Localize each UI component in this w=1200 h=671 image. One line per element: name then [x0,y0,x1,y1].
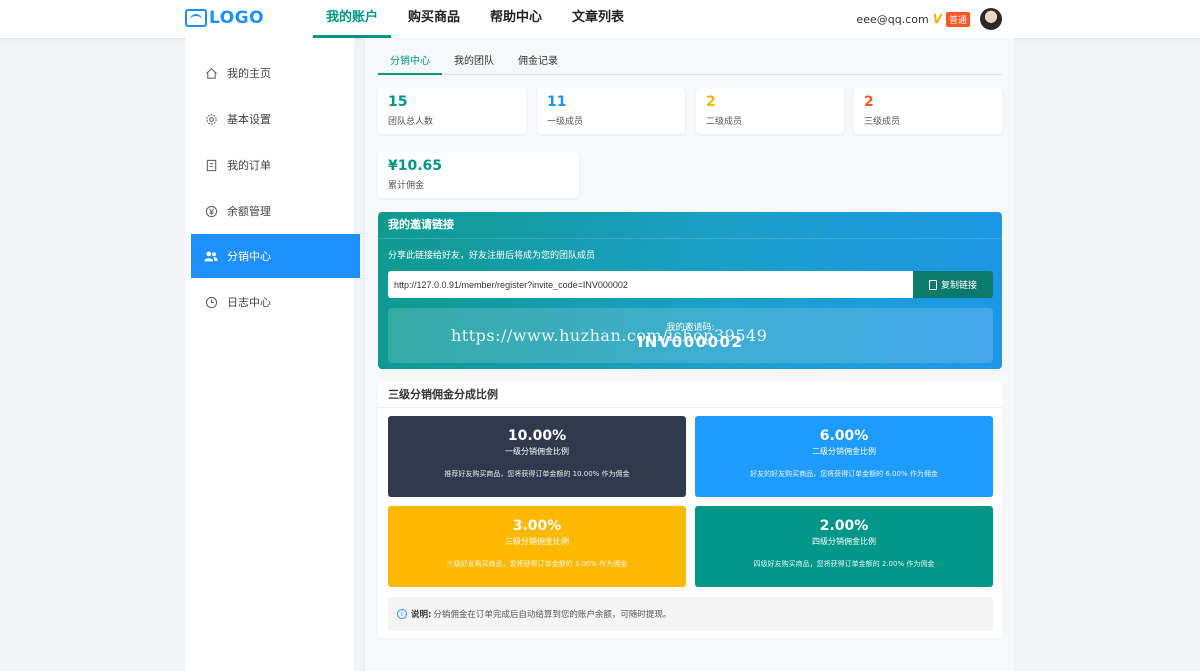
main-content: 分销中心 我的团队 佣金记录 15 团队总人数 11 一级成员 2 二级成员 2… [364,38,1015,671]
document-icon [928,279,937,290]
commission-ratio-card: 三级分销佣金分成比例 10.00% 一级分销佣金比例 推荐好友购买商品，您将获得… [378,382,1002,638]
gear-icon [204,112,218,126]
stat-label: 团队总人数 [388,117,434,127]
main-nav: 我的账户 购买商品 帮助中心 文章列表 [313,0,637,38]
stat-label: 一级成员 [547,117,584,127]
ratio-percent: 2.00% [819,518,869,534]
invite-link-panel: 我的邀请链接 分享此链接给好友，好友注册后将成为您的团队成员 复制链接 我的邀请… [378,212,1002,369]
invite-title: 我的邀请链接 [378,212,1002,239]
order-icon [204,158,218,172]
copy-link-button[interactable]: 复制链接 [913,271,993,298]
vip-icon: V [932,12,942,26]
ratio-title: 三级分销佣金分成比例 [378,382,1002,408]
logo-text: LOGO [209,8,265,28]
sidebar-item-settings[interactable]: 基本设置 [191,97,360,141]
stat-team-total: 15 团队总人数 [378,88,526,134]
sidebar-item-orders[interactable]: 我的订单 [191,143,360,187]
stat-label: 累计佣金 [388,181,425,191]
stat-label: 三级成员 [864,117,901,127]
sidebar: 我的主页 基本设置 我的订单 余额管理 分销中心 日志中心 [185,38,360,671]
sidebar-item-label: 我的主页 [227,67,271,80]
sidebar-item-logs[interactable]: 日志中心 [191,280,360,324]
ratio-description: 四级好友购买商品，您将获得订单金额的 2.00% 作为佣金 [753,560,935,568]
ratio-percent: 3.00% [512,518,562,534]
stat-value: ¥10.65 [388,158,443,174]
ratio-box-level1: 10.00% 一级分销佣金比例 推荐好友购买商品，您将获得订单金额的 10.00… [388,416,686,497]
home-icon [204,66,218,80]
user-menu[interactable]: eee@qq.com V 普通 [856,8,1002,30]
sidebar-item-label: 分销中心 [227,250,271,263]
note-text: 分销佣金在订单完成后自动结算到您的账户余额，可随时提现。 [433,610,672,620]
stat-level1-members: 11 一级成员 [537,88,685,134]
info-icon: i [397,609,407,619]
ratio-box-level3: 3.00% 三级分销佣金比例 三级好友购买商品，您将获得订单金额的 3.00% … [388,506,686,587]
logo[interactable]: LOGO [185,8,264,28]
sidebar-item-label: 基本设置 [227,113,271,126]
ratio-name: 三级分销佣金比例 [505,537,569,546]
invite-code-label: 我的邀请码: [666,323,715,333]
nav-articles[interactable]: 文章列表 [559,0,637,38]
ratio-box-level2: 6.00% 二级分销佣金比例 好友的好友购买商品，您将获得订单金额的 6.00%… [695,416,993,497]
stat-value: 15 [388,94,408,110]
stat-value: 11 [547,94,567,110]
invite-code[interactable]: INV000002 [388,333,993,351]
yen-icon [204,204,218,218]
users-icon [204,249,218,263]
invite-description: 分享此链接给好友，好友注册后将成为您的团队成员 [388,251,596,261]
note-label: 说明: [411,610,432,620]
ratio-name: 一级分销佣金比例 [505,447,569,456]
ratio-description: 推荐好友购买商品，您将获得订单金额的 10.00% 作为佣金 [444,470,630,478]
tab-bar: 分销中心 我的团队 佣金记录 [378,52,1002,75]
ratio-name: 四级分销佣金比例 [812,537,876,546]
ratio-percent: 10.00% [507,428,567,444]
clock-icon [204,295,218,309]
invite-link-row: 复制链接 [388,271,993,298]
stat-label: 二级成员 [706,117,743,127]
ratio-description: 好友的好友购买商品，您将获得订单金额的 6.00% 作为佣金 [750,470,938,478]
sidebar-item-balance[interactable]: 余额管理 [191,189,360,233]
nav-help-center[interactable]: 帮助中心 [477,0,555,38]
ratio-name: 二级分销佣金比例 [812,447,876,456]
ratio-description: 三级好友购买商品，您将获得订单金额的 3.00% 作为佣金 [446,560,628,568]
copy-link-label: 复制链接 [940,281,977,291]
stat-value: 2 [706,94,716,110]
user-email[interactable]: eee@qq.com [856,13,928,26]
invite-link-input[interactable] [388,271,913,298]
ratio-percent: 6.00% [819,428,869,444]
stat-total-commission: ¥10.65 累计佣金 [378,152,579,198]
sidebar-item-label: 我的订单 [227,159,271,172]
top-navbar: LOGO 我的账户 购买商品 帮助中心 文章列表 eee@qq.com V 普通 [0,0,1200,38]
sidebar-item-label: 日志中心 [227,296,271,309]
tab-my-team[interactable]: 我的团队 [442,52,506,75]
stat-level3-members: 2 三级成员 [854,88,1002,134]
invite-code-box: 我的邀请码: INV000002 [388,308,993,363]
ratio-box-level4: 2.00% 四级分销佣金比例 四级好友购买商品，您将获得订单金额的 2.00% … [695,506,993,587]
stat-value: 2 [864,94,874,110]
sidebar-item-home[interactable]: 我的主页 [191,51,360,95]
sidebar-item-label: 余额管理 [227,205,271,218]
commission-note: i 说明: 分销佣金在订单完成后自动结算到您的账户余额，可随时提现。 [388,597,993,631]
avatar[interactable] [980,8,1002,30]
sidebar-item-distribution[interactable]: 分销中心 [191,234,360,278]
shop-icon [185,9,207,27]
nav-buy-products[interactable]: 购买商品 [395,0,473,38]
tab-distribution-center[interactable]: 分销中心 [378,52,442,75]
nav-my-account[interactable]: 我的账户 [313,0,392,38]
stat-level2-members: 2 二级成员 [696,88,844,134]
tab-commission-records[interactable]: 佣金记录 [506,52,570,75]
member-level-badge: 普通 [945,11,970,27]
